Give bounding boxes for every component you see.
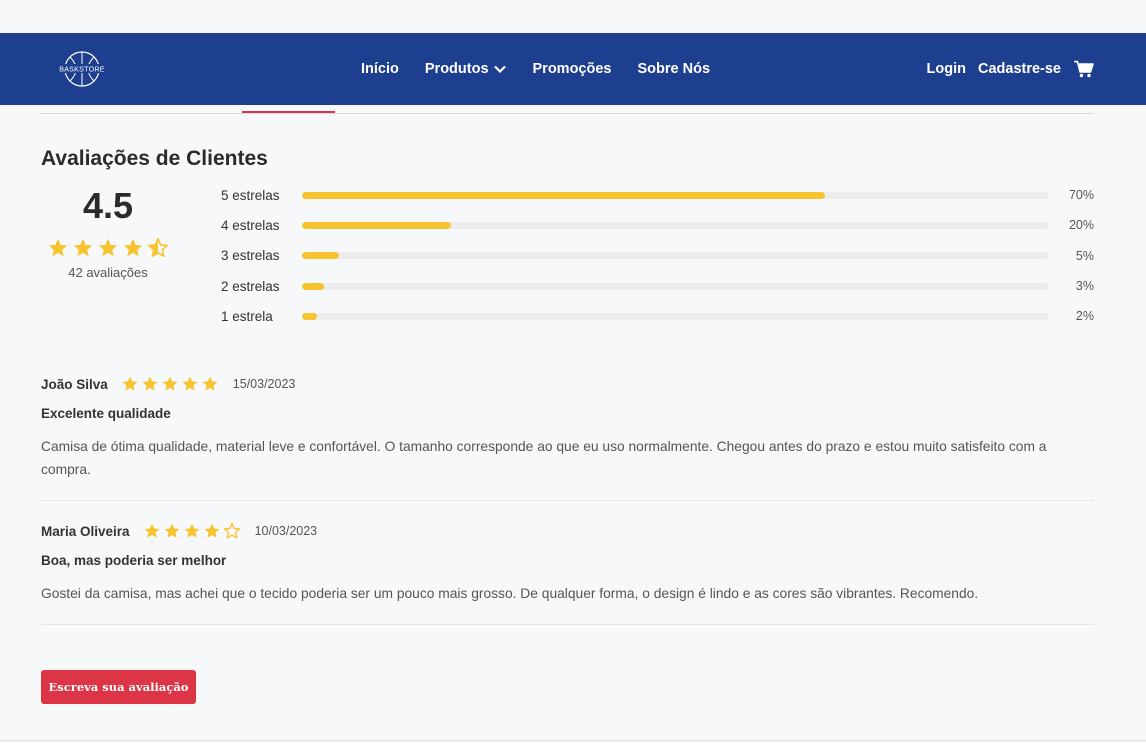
star-filled-icon [144,523,160,538]
rating-bar-fill [302,221,452,229]
footer-divider [0,740,1146,741]
rating-distribution: 5 estrelas 70% 4 estrelas 20% 3 estrelas 5% 2 … [221,180,1094,331]
review-divider [41,500,1094,501]
star-filled-icon [182,376,198,391]
signup-link[interactable]: Cadastre-se [978,61,1061,77]
review-item: João Silva 15/03/2023 Excelente qualidad… [41,374,1094,481]
rating-bar-row: 5 estrelas 70% [221,180,1094,210]
rating-bar-track [302,191,1049,199]
star-filled-icon [202,376,218,391]
write-review-button[interactable]: Escreva sua avaliação [41,670,196,704]
chevron-down-icon [493,65,506,74]
rating-bar-percent: 5% [1075,248,1094,263]
review-stars [143,522,241,540]
star-filled-icon [164,523,180,538]
nav-promocoes[interactable]: Promoções [533,61,612,77]
review-date: 10/03/2023 [254,524,318,538]
active-tab-indicator [242,111,335,113]
rating-bar-label: 2 estrelas [221,278,280,294]
review-date: 15/03/2023 [232,377,296,391]
rating-bar-percent: 70% [1068,188,1094,203]
star-filled-icon [98,238,118,257]
tabs-divider [40,113,1094,114]
rating-bar-label: 1 estrela [221,308,273,324]
review-divider [41,624,1094,625]
star-filled-icon [204,523,220,538]
account-nav: Login Cadastre-se [915,33,1094,105]
nav-inicio[interactable]: Início [361,61,399,77]
rating-bar-label: 5 estrelas [221,187,280,203]
rating-bar-fill [302,252,340,260]
star-filled-icon [123,238,143,257]
star-empty-icon [223,522,240,539]
main-nav: Início Produtos Promoções Sobre Nós [361,33,736,105]
rating-bar-track [302,312,1049,320]
review-item: Maria Oliveira 10/03/2023 Boa, mas poder… [41,521,1094,605]
cart-icon[interactable] [1074,60,1094,78]
rating-bar-fill [302,191,825,199]
star-filled-icon [162,376,178,391]
rating-bar-percent: 20% [1068,218,1094,233]
star-half-icon [148,238,168,258]
rating-bar-fill [302,282,325,290]
reviewer-name: Maria Oliveira [41,523,130,539]
star-filled-icon [142,376,158,391]
baskstore-logo[interactable]: BASKSTORE [58,49,106,89]
review-body: Gostei da camisa, mas achei que o tecido… [41,586,979,601]
review-title: Boa, mas poderia ser melhor [41,553,227,568]
average-rating-value: 4.5 [82,185,134,226]
star-filled-icon [184,523,200,538]
logo-text: BASKSTORE [59,65,105,74]
review-title: Excelente qualidade [41,406,171,421]
star-filled-icon [73,238,93,257]
login-link[interactable]: Login [927,61,966,77]
rating-bar-row: 4 estrelas 20% [221,210,1094,240]
reviewer-name: João Silva [41,376,108,392]
average-rating-box: 4.5 42 avaliações [41,186,175,280]
rating-bar-row: 3 estrelas 5% [221,241,1094,271]
rating-bar-row: 1 estrela 2% [221,301,1094,331]
rating-bar-track [302,282,1049,290]
nav-produtos-label: Produtos [424,61,489,77]
average-rating-stars [41,237,175,259]
rating-bar-label: 3 estrelas [221,248,280,264]
review-body: Camisa de ótima qualidade, material leve… [41,439,1047,477]
reviews-title: Avaliações de Clientes [41,147,268,170]
rating-bar-row: 2 estrelas 3% [221,271,1094,301]
rating-bar-percent: 3% [1075,279,1094,294]
rating-bar-label: 4 estrelas [221,217,280,233]
navbar: BASKSTORE Início Produtos Promoções Sobr… [0,33,1146,105]
star-filled-icon [122,376,138,391]
rating-bar-percent: 2% [1075,309,1094,324]
star-filled-icon [48,238,68,257]
rating-bar-fill [302,312,317,320]
review-count: 42 avaliações [68,265,148,280]
nav-sobre-nos[interactable]: Sobre Nós [638,61,711,77]
rating-bar-track [302,221,1049,229]
rating-bar-track [302,252,1049,260]
review-stars [121,375,219,393]
nav-produtos[interactable]: Produtos [425,61,507,77]
